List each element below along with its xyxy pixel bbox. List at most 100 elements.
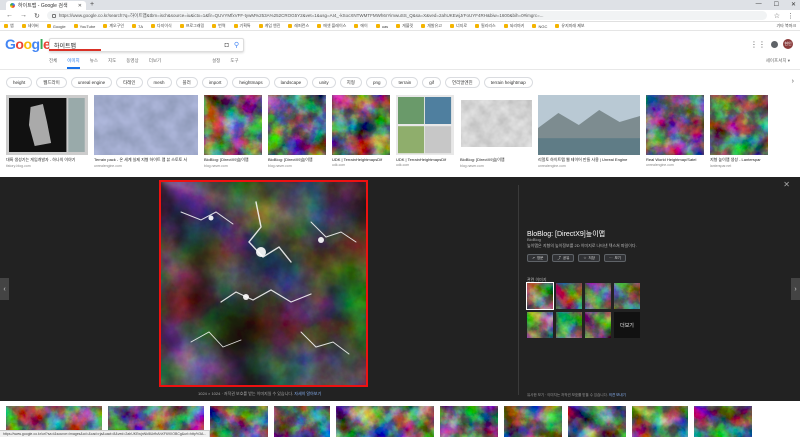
chip[interactable]: gif <box>422 77 441 88</box>
result-title[interactable]: BloBlog: [DirectX9]높이맵 <box>460 157 532 163</box>
tab-0[interactable]: 전체 <box>49 58 57 69</box>
result-title[interactable]: Real World Heightmap/Satel <box>646 157 704 162</box>
preview-action-button[interactable]: ↗ 방문 <box>527 254 549 262</box>
close-window-icon[interactable]: ✕ <box>791 1 796 8</box>
bookmark-item[interactable]: 네이버 <box>21 23 39 29</box>
related-image[interactable] <box>585 312 611 338</box>
image-result[interactable] <box>694 406 752 437</box>
result-title[interactable]: BloBlog: [DirectX9]높이맵 <box>268 157 326 163</box>
notifications-icon[interactable] <box>771 41 778 48</box>
tool-1[interactable]: 도구 <box>230 58 238 64</box>
bookmark-item[interactable]: 기획특 <box>233 23 251 29</box>
result-title[interactable]: BloBlog: [DirectX9]높이맵 <box>204 157 262 163</box>
result-title[interactable]: 대륙 생성기는 게임개발자 - 하나의 이야기 <box>6 157 88 163</box>
result-image[interactable] <box>646 95 704 155</box>
feedback-link[interactable]: 의견 보내기 <box>609 393 626 397</box>
preview-action-button[interactable]: ☆ 저장 <box>578 254 600 262</box>
image-result[interactable]: 리얼토 하이트맵 웹 테이어 만들 사용 | Unreal Engine unre… <box>538 95 640 168</box>
avatar[interactable]: 현인 <box>783 39 793 49</box>
browser-tab[interactable]: 하이트맵 - Google 검색 ✕ <box>6 1 86 10</box>
bookmark-item[interactable]: 앱 <box>4 23 14 29</box>
close-icon[interactable]: ✕ <box>783 180 790 189</box>
related-image[interactable] <box>526 282 554 310</box>
bookmark-item[interactable]: 되리마키 <box>503 23 524 29</box>
result-image[interactable] <box>268 95 326 155</box>
result-image[interactable] <box>538 95 640 155</box>
apps-grid-icon[interactable]: ⋮⋮ <box>750 40 766 49</box>
chip[interactable]: unreal engine <box>70 77 113 88</box>
result-image[interactable] <box>396 95 454 155</box>
result-image[interactable] <box>204 95 262 155</box>
chip[interactable]: 블러 <box>175 77 198 88</box>
result-image[interactable] <box>332 95 390 155</box>
chip[interactable]: landscape <box>273 77 309 88</box>
related-image[interactable] <box>585 283 611 309</box>
more-related-button[interactable]: 더보기 <box>614 312 640 338</box>
related-image[interactable] <box>527 312 553 338</box>
address-bar[interactable]: https://www.google.co.kr/search?q=하이트맵&t… <box>46 11 767 20</box>
bookmark-item[interactable]: 7A <box>132 24 143 29</box>
preview-action-button[interactable]: ⤴ 공유 <box>552 254 575 262</box>
forward-icon[interactable]: → <box>20 12 27 19</box>
bookmark-item[interactable]: 유지미래 제보 <box>555 23 585 29</box>
tab-4[interactable]: 동영상 <box>126 58 138 69</box>
chip[interactable]: png <box>365 77 388 88</box>
bookmark-item[interactable]: 애셋 플레이스 <box>317 23 346 29</box>
safesearch-toggle[interactable]: 세이프서치 ▾ <box>766 58 790 64</box>
bookmark-item[interactable]: 게블릿 <box>396 23 413 29</box>
menu-icon[interactable]: ⋮ <box>787 12 794 20</box>
result-title[interactable]: UDK | TerrainHeightmapsDif <box>396 157 454 162</box>
bookmark-item[interactable]: YouTube <box>73 24 95 29</box>
chip[interactable]: 지형 <box>339 77 362 88</box>
chip[interactable]: mesh <box>146 77 172 88</box>
back-icon[interactable]: ← <box>6 12 13 19</box>
tab-2[interactable]: 뉴스 <box>90 58 98 69</box>
related-image[interactable] <box>614 283 640 309</box>
chip[interactable]: 웹드라이 <box>36 77 67 88</box>
image-result[interactable] <box>336 406 434 437</box>
bookmark-item[interactable]: 게임 엔진 <box>258 23 280 29</box>
tab-5[interactable]: 더보기 <box>149 58 161 69</box>
chip[interactable]: unity <box>312 77 336 88</box>
image-result[interactable]: 지형 높이맵 생성 - Lanterspar lanterspar.net <box>710 95 768 168</box>
tab-1[interactable]: 이미지 <box>67 58 80 69</box>
bookmark-item[interactable]: uas <box>375 24 388 29</box>
star-icon[interactable]: ☆ <box>774 12 780 20</box>
chip[interactable]: import <box>201 77 229 88</box>
bookmark-item[interactable]: 프로그래밍 <box>179 23 204 29</box>
next-image-button[interactable]: › <box>791 278 800 300</box>
camera-icon[interactable]: ◘ <box>225 42 229 49</box>
bookmark-item[interactable]: 계오구인 <box>103 23 124 29</box>
image-result[interactable]: Terrain pack - 온 세계 실제 지형 하이트 맵 뷰 스토토 서u… <box>94 95 198 168</box>
previous-image-button[interactable]: ‹ <box>0 278 9 300</box>
reload-icon[interactable]: ↻ <box>34 12 40 20</box>
bookmark-item[interactable]: 번역 <box>212 23 226 29</box>
bookmark-item[interactable]: 다지이식 <box>151 23 172 29</box>
other-bookmarks[interactable]: 기타 북마크 <box>776 23 796 29</box>
bookmark-item[interactable]: 필리리스 <box>475 23 496 29</box>
image-result[interactable]: 대륙 생성기는 게임개발자 - 하나의 이야기 tistory-blog.com <box>6 95 88 168</box>
maximize-icon[interactable]: ☐ <box>774 1 779 8</box>
related-image[interactable] <box>556 312 582 338</box>
preview-action-button[interactable]: ⋯ 보기 <box>603 254 626 262</box>
image-result[interactable]: UDK | TerrainHeightmapsDif udk.com <box>396 95 454 168</box>
chip[interactable]: 언리얼엔진 <box>444 77 480 88</box>
bookmark-item[interactable]: 개발유고 <box>421 23 442 29</box>
image-result[interactable] <box>632 406 688 437</box>
close-tab-icon[interactable]: ✕ <box>78 3 82 9</box>
result-image[interactable] <box>6 95 88 155</box>
image-result[interactable]: Real World Heightmap/Satel unrealengine.c… <box>646 95 704 168</box>
image-result[interactable] <box>274 406 330 437</box>
image-result[interactable] <box>210 406 268 437</box>
new-tab-button[interactable]: + <box>90 1 94 8</box>
search-icon[interactable]: ⚲ <box>234 41 239 49</box>
image-result[interactable]: BloBlog: [DirectX9]높이맵 blog.naver.com <box>460 95 532 168</box>
bookmark-item[interactable]: NGC <box>532 24 547 29</box>
bookmark-item[interactable]: 너지로 <box>449 23 467 29</box>
image-result[interactable]: UDK | TerrainHeightmapsDif udk.com <box>332 95 390 168</box>
image-result[interactable] <box>568 406 626 437</box>
bookmark-item[interactable]: 레퍼런스 <box>288 23 309 29</box>
bookmark-item[interactable]: 에이 <box>354 23 368 29</box>
chip[interactable]: terrain heightmap <box>483 77 533 88</box>
chip[interactable]: 타레인 <box>116 77 143 88</box>
